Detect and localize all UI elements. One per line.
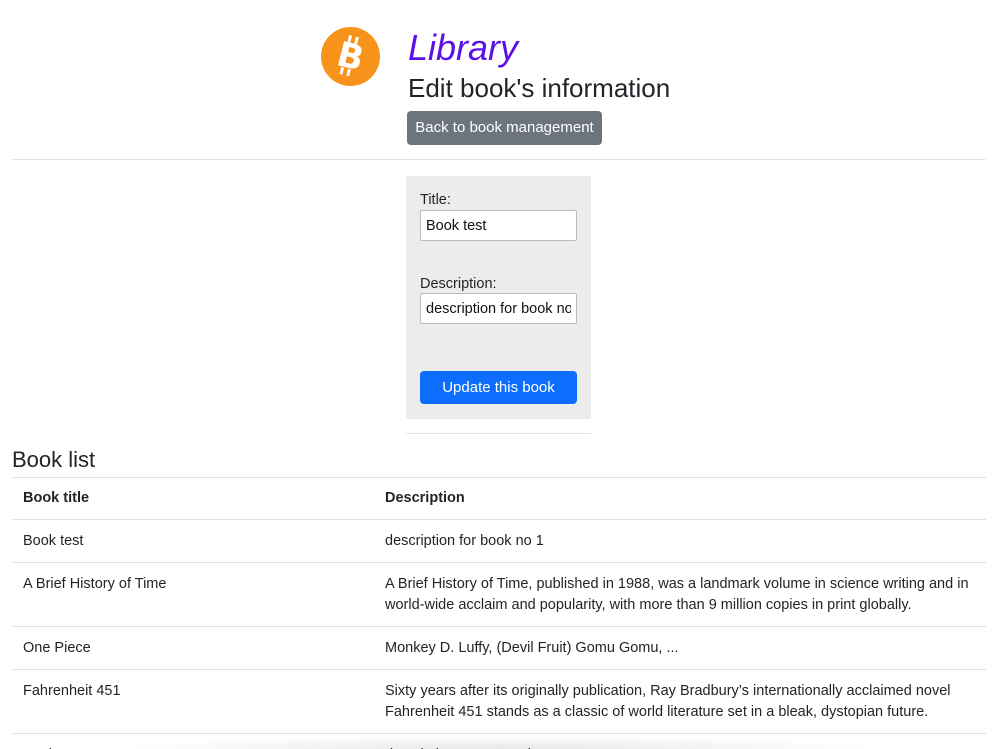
app-title: Library [408, 27, 519, 68]
table-row: A Brief History of Time A Brief History … [12, 562, 986, 627]
table-header-row: Book title Description [12, 477, 986, 520]
form-divider [406, 433, 591, 434]
column-header-book-title: Book title [12, 477, 374, 520]
edit-book-form: Title: Description: Update this book [406, 176, 591, 419]
book-title-cell: A Brief History of Time [12, 562, 374, 627]
header-divider [12, 159, 986, 160]
book-description-cell: Monkey D. Luffy, (Devil Fruit) Gomu Gomu… [374, 626, 986, 670]
back-to-book-management-button[interactable]: Back to book management [407, 111, 602, 145]
book-title-cell: One Piece [12, 626, 374, 670]
description-input[interactable] [420, 293, 577, 324]
table-row: Book test description for book no 1 [12, 519, 986, 563]
book-description-cell: Sixty years after its originally publica… [374, 669, 986, 734]
title-label: Title: [420, 192, 451, 208]
description-label: Description: [420, 276, 497, 292]
table-row: Fahrenheit 451 Sixty years after its ori… [12, 669, 986, 734]
table-row: Book test 2 description test amend [12, 733, 986, 749]
book-list-table: Book title Description Book test descrip… [12, 477, 986, 749]
table-row: One Piece Monkey D. Luffy, (Devil Fruit)… [12, 626, 986, 670]
book-title-cell: Fahrenheit 451 [12, 669, 374, 734]
page-title: Edit book's information [408, 73, 671, 103]
book-title-cell: Book test [12, 519, 374, 563]
book-description-cell: A Brief History of Time, published in 19… [374, 562, 986, 627]
book-description-cell: description test amend [374, 733, 986, 749]
update-book-button[interactable]: Update this book [420, 371, 577, 404]
book-title-cell: Book test 2 [12, 733, 374, 749]
column-header-description: Description [374, 477, 986, 520]
bitcoin-icon: B [321, 27, 380, 86]
book-list-heading: Book list [12, 447, 96, 472]
page-header: B Library Edit book's information Back t… [0, 0, 999, 160]
book-description-cell: description for book no 1 [374, 519, 986, 563]
title-input[interactable] [420, 210, 577, 241]
